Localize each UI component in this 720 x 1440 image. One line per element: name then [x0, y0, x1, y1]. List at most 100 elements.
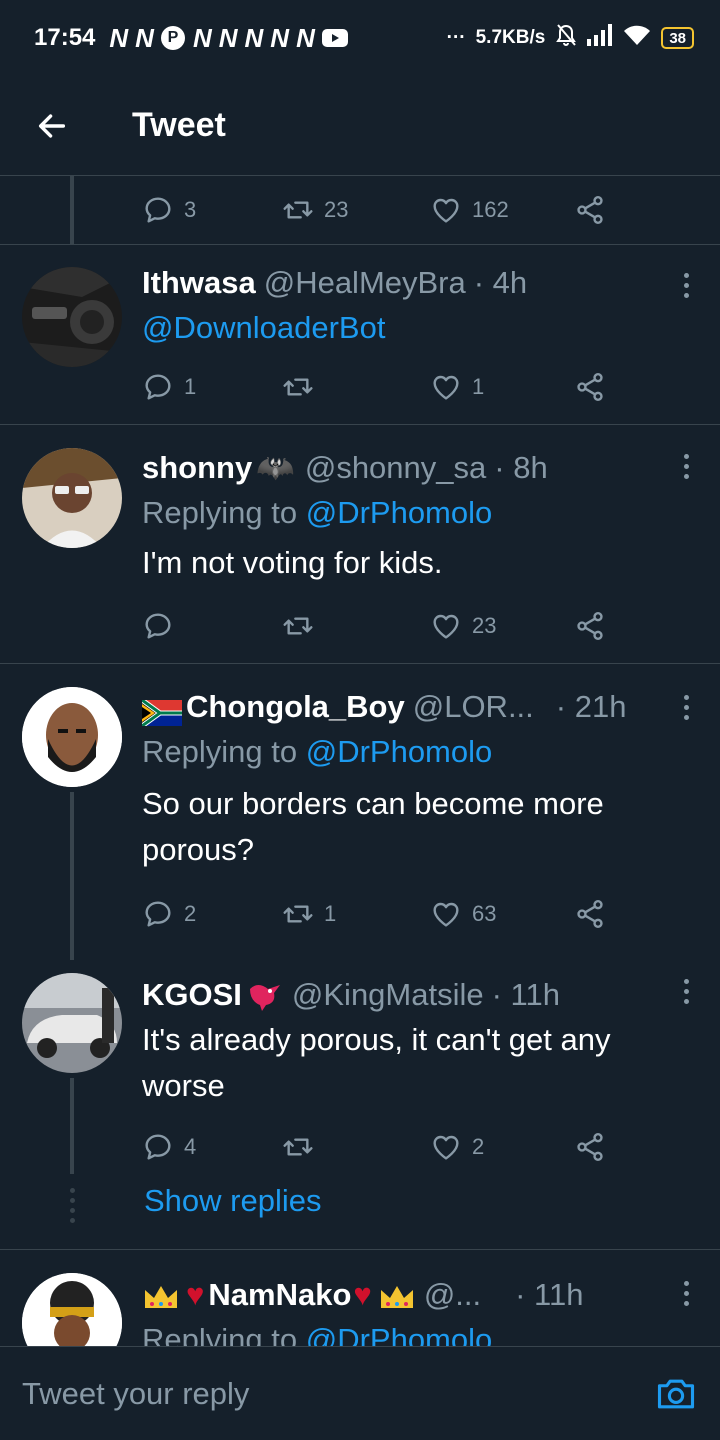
mute-bell-icon — [555, 23, 577, 53]
author-name[interactable]: shonny — [142, 446, 252, 490]
more-notifications-icon: ··· — [446, 27, 466, 48]
reply-icon — [142, 194, 174, 226]
author-name[interactable]: NamNako — [208, 1273, 351, 1317]
share-icon — [574, 1131, 606, 1163]
reply-input[interactable]: Tweet your reply — [22, 1376, 249, 1412]
reply-icon — [142, 371, 174, 403]
reply-count: 1 — [184, 374, 197, 399]
share-button[interactable] — [574, 894, 606, 934]
avatar[interactable] — [22, 687, 122, 787]
tweet-actions: 2 1 63 — [142, 894, 612, 934]
share-icon — [574, 610, 606, 642]
tweet[interactable]: Ithwasa @HealMeyBra · 4h @DownloaderBot 1 … — [0, 245, 720, 425]
youtube-icon — [321, 29, 348, 47]
back-button[interactable] — [22, 96, 82, 156]
tweet-time: · 11h — [491, 977, 560, 1012]
camera-icon — [657, 1379, 695, 1408]
reply-button[interactable]: 4 — [142, 1127, 196, 1167]
like-button[interactable]: 162 — [430, 190, 509, 230]
like-button[interactable]: 63 — [430, 894, 496, 934]
reply-button[interactable]: 3 — [142, 190, 196, 230]
arrow-left-icon — [38, 113, 66, 138]
more-options-button[interactable] — [676, 687, 696, 727]
heart-icon — [430, 1131, 462, 1163]
like-count: 1 — [472, 374, 485, 399]
like-button[interactable]: 23 — [430, 606, 496, 646]
replying-to: Replying to @DrPhomolo — [142, 1317, 698, 1346]
author-handle[interactable]: @LOR... — [413, 685, 534, 729]
author-name[interactable]: Ithwasa — [142, 261, 256, 305]
more-options-button[interactable] — [676, 265, 696, 305]
status-time: 17:54 — [34, 24, 96, 51]
tweet[interactable]: ♥ NamNako ♥ @... · 11h Replying to @DrPho… — [0, 1251, 720, 1346]
reply-count: 4 — [184, 1134, 197, 1159]
share-button[interactable] — [574, 606, 606, 646]
author-name[interactable]: Chongola_Boy — [186, 685, 405, 729]
reply-composer[interactable]: Tweet your reply — [0, 1346, 720, 1440]
retweet-count: 1 — [324, 901, 337, 926]
network-speed: 5.7KB/s — [475, 27, 546, 48]
red-heart-icon: ♥ — [353, 1277, 372, 1312]
avatar[interactable] — [22, 973, 122, 1073]
tweet-actions: 3 23 162 — [142, 190, 612, 230]
author-handle[interactable]: @HealMeyBra — [264, 261, 466, 305]
mention-link[interactable]: @DownloaderBot — [142, 305, 698, 351]
retweet-button[interactable] — [282, 1127, 314, 1167]
share-button[interactable] — [574, 1127, 606, 1167]
reply-button[interactable] — [142, 606, 174, 646]
avatar[interactable] — [22, 1273, 122, 1346]
avatar[interactable] — [22, 267, 122, 367]
like-count: 63 — [472, 901, 497, 926]
share-icon — [574, 898, 606, 930]
mention-link[interactable]: @DrPhomolo — [306, 1322, 493, 1346]
status-bar: 17:54 N N P N N N N N ··· 5.7KB/s 38 — [0, 0, 720, 76]
mention-link[interactable]: @DrPhomolo — [306, 495, 493, 530]
retweet-icon — [282, 898, 314, 930]
bat-emoji-icon: 🦇 — [256, 450, 295, 485]
retweet-icon — [282, 610, 314, 642]
author-handle[interactable]: @shonny_sa — [305, 446, 486, 490]
retweet-button[interactable]: 1 — [282, 894, 336, 934]
author-name[interactable]: KGOSI — [142, 973, 242, 1017]
notification-n-icon: N — [192, 22, 212, 53]
tweet[interactable]: KGOSI @KingMatsile · 11h It's already por… — [0, 955, 720, 1250]
replying-to: Replying to @DrPhomolo — [142, 490, 698, 536]
author-handle[interactable]: @KingMatsile — [292, 973, 484, 1017]
share-button[interactable] — [574, 367, 606, 407]
reply-count: 2 — [184, 901, 197, 926]
author-handle[interactable]: @... — [424, 1273, 481, 1317]
notification-p-icon: P — [160, 26, 185, 50]
avatar[interactable] — [22, 448, 122, 548]
retweet-icon — [282, 371, 314, 403]
crown-icon — [378, 1280, 416, 1310]
retweet-button[interactable] — [282, 606, 314, 646]
like-count: 162 — [472, 197, 509, 222]
tweet[interactable]: Chongola_Boy @LOR... · 21h Replying to @Dr… — [0, 665, 720, 955]
notification-n-icon: N — [296, 22, 315, 53]
notification-n-icon: N — [218, 22, 238, 53]
mention-link[interactable]: @DrPhomolo — [306, 734, 493, 769]
camera-button[interactable] — [654, 1372, 698, 1416]
more-options-button[interactable] — [676, 971, 696, 1011]
share-button[interactable] — [574, 190, 606, 230]
south-africa-flag-icon — [140, 694, 182, 729]
retweet-button[interactable] — [282, 367, 314, 407]
more-options-button[interactable] — [676, 446, 696, 486]
show-replies-link[interactable]: Show replies — [144, 1183, 321, 1219]
reply-button[interactable]: 2 — [142, 894, 196, 934]
tweet-actions: 23 — [142, 606, 612, 646]
notification-n-icon: N — [244, 22, 264, 53]
heart-icon — [430, 898, 462, 930]
like-button[interactable]: 2 — [430, 1127, 484, 1167]
retweet-button[interactable]: 23 — [282, 190, 348, 230]
wifi-icon — [623, 24, 651, 52]
crown-icon — [142, 1280, 180, 1310]
heart-icon — [430, 194, 462, 226]
reply-button[interactable]: 1 — [142, 367, 196, 407]
reply-icon — [142, 610, 174, 642]
like-button[interactable]: 1 — [430, 367, 484, 407]
more-options-button[interactable] — [676, 1273, 696, 1313]
tweet-actions: 1 1 — [142, 367, 612, 407]
signal-icon — [587, 24, 613, 52]
tweet[interactable]: shonny 🦇 @shonny_sa · 8h Replying to @DrPho… — [0, 426, 720, 664]
